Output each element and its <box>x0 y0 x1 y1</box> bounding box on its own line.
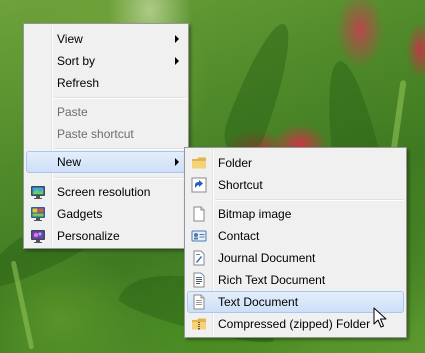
menu-item-label: Shortcut <box>218 178 263 192</box>
menu-item-label: Paste <box>57 105 88 119</box>
menu-item-label: Folder <box>218 156 253 170</box>
menu-item-new-bitmap[interactable]: Bitmap image <box>187 203 404 225</box>
menu-item-new[interactable]: New <box>26 151 186 173</box>
menu-item-label: Paste shortcut <box>57 127 134 141</box>
menu-item-screen-resolution[interactable]: Screen resolution <box>26 181 186 203</box>
menu-item-new-shortcut[interactable]: Shortcut <box>187 174 404 196</box>
menu-item-new-contact[interactable]: Contact <box>187 225 404 247</box>
zip-folder-icon <box>191 316 207 332</box>
submenu-arrow-icon <box>175 158 179 166</box>
contact-icon <box>191 228 207 244</box>
monitor-icon <box>30 184 46 200</box>
mouse-pointer-icon <box>373 307 387 329</box>
menu-item-new-rich-text[interactable]: Rich Text Document <box>187 269 404 291</box>
menu-item-label: Compressed (zipped) Folder <box>218 317 371 331</box>
menu-item-label: Personalize <box>57 229 120 243</box>
menu-item-label: Text Document <box>218 295 299 309</box>
menu-item-new-folder[interactable]: Folder <box>187 152 404 174</box>
menu-item-label: View <box>57 32 83 46</box>
menu-item-paste[interactable]: Paste <box>26 101 186 123</box>
menu-separator <box>54 97 186 99</box>
menu-item-view[interactable]: View <box>26 28 186 50</box>
menu-item-label: New <box>57 155 82 169</box>
menu-item-label: Screen resolution <box>57 185 151 199</box>
bitmap-icon <box>191 206 207 222</box>
submenu-arrow-icon <box>175 57 179 65</box>
menu-item-gadgets[interactable]: Gadgets <box>26 203 186 225</box>
text-document-icon <box>191 294 207 310</box>
personalize-icon <box>30 228 46 244</box>
submenu-arrow-icon <box>175 35 179 43</box>
menu-item-new-text-document[interactable]: Text Document <box>187 291 404 313</box>
menu-item-label: Refresh <box>57 76 100 90</box>
menu-item-new-zip-folder[interactable]: Compressed (zipped) Folder <box>187 313 404 335</box>
menu-item-paste-shortcut[interactable]: Paste shortcut <box>26 123 186 145</box>
menu-separator <box>54 177 186 179</box>
menu-item-label: Rich Text Document <box>218 273 326 287</box>
journal-icon <box>191 250 207 266</box>
menu-item-personalize[interactable]: Personalize <box>26 225 186 247</box>
menu-separator <box>54 148 186 150</box>
menu-item-label: Gadgets <box>57 207 103 221</box>
menu-item-sort-by[interactable]: Sort by <box>26 50 186 72</box>
gadgets-icon <box>30 206 46 222</box>
menu-item-label: Journal Document <box>218 251 316 265</box>
desktop-context-menu: View Sort by Refresh Paste Paste shortcu… <box>23 23 189 249</box>
menu-item-new-journal[interactable]: Journal Document <box>187 247 404 269</box>
menu-item-label: Contact <box>218 229 260 243</box>
shortcut-icon <box>191 177 207 193</box>
rich-text-icon <box>191 272 207 288</box>
menu-item-refresh[interactable]: Refresh <box>26 72 186 94</box>
menu-item-label: Bitmap image <box>218 207 292 221</box>
menu-separator <box>215 199 404 201</box>
menu-item-label: Sort by <box>57 54 96 68</box>
folder-icon <box>191 155 207 171</box>
